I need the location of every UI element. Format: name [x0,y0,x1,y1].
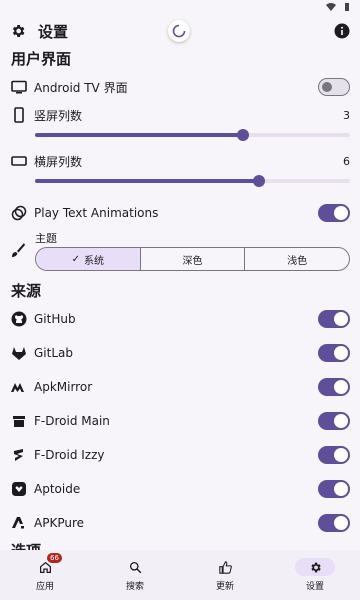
source-row-apkmirror[interactable]: ApkMirror [0,370,360,404]
source-toggle-github[interactable] [318,310,350,328]
refresh-spinner-icon [172,24,186,38]
portrait-columns-slider-block: 竖屏列数 3 [0,104,360,150]
section-title-sources: 来源 [11,282,42,300]
wifi-icon [326,3,336,11]
theme-label: 主题 [35,232,57,245]
nav-item-settings[interactable]: 设置 [270,550,360,600]
portrait-columns-label: 竖屏列数 [34,108,83,123]
animation-icon [10,204,28,222]
nav-label-apps: 应用 [35,582,54,592]
nav-label-updates: 更新 [215,582,234,592]
theme-option-light[interactable]: 浅色 [245,248,349,270]
nav-item-apps[interactable]: 66 应用 [0,550,90,600]
source-label: F-Droid Izzy [34,448,105,462]
android-tv-row[interactable]: Android TV 界面 [0,70,360,104]
theme-segmented-control: ✓ 系统 深色 浅色 [35,247,350,271]
apkmirror-icon [10,378,28,396]
theme-option-system[interactable]: ✓ 系统 [36,248,141,270]
gear-icon [12,25,25,37]
tv-icon [10,78,28,96]
source-row-fdroid-main[interactable]: F-Droid Main [0,404,360,438]
section-title-ui: 用户界面 [11,50,72,68]
source-row-aptoide[interactable]: Aptoide [0,472,360,506]
source-toggle-aptoide[interactable] [318,480,350,498]
landscape-columns-label: 横屏列数 [34,154,83,169]
source-row-fdroid-izzy[interactable]: F-Droid Izzy [0,438,360,472]
android-tv-toggle[interactable] [318,78,350,96]
source-toggle-gitlab[interactable] [318,344,350,362]
nav-label-settings: 设置 [305,582,324,592]
portrait-columns-slider[interactable] [35,129,350,141]
source-toggle-apkpure[interactable] [318,514,350,532]
updates-badge: 66 [47,553,62,563]
battery-icon [345,3,349,11]
info-icon[interactable] [334,23,350,39]
play-text-animations-label: Play Text Animations [34,206,159,220]
source-row-apkpure[interactable]: APKPure [0,506,360,540]
source-label: GitLab [34,346,73,360]
page-title: 设置 [38,22,69,41]
fdroid-icon [10,412,28,430]
phone-landscape-icon [10,152,28,170]
izzy-icon [10,446,28,464]
play-text-animations-row[interactable]: Play Text Animations [0,196,360,230]
landscape-columns-thumb[interactable] [252,175,265,187]
apkpure-icon [10,514,28,532]
portrait-columns-thumb[interactable] [236,129,249,141]
source-toggle-apkmirror[interactable] [318,378,350,396]
thumb-up-icon [218,560,232,574]
landscape-columns-value: 6 [343,154,350,168]
search-icon [129,561,141,573]
gitlab-icon [10,344,28,362]
status-bar [0,0,360,14]
loading-spinner [168,20,190,42]
source-label: F-Droid Main [34,414,110,428]
source-label: ApkMirror [34,380,93,394]
portrait-columns-value: 3 [343,108,350,122]
landscape-columns-slider-block: 横屏列数 6 [0,150,360,196]
nav-item-updates[interactable]: 更新 [180,550,270,600]
android-tv-label: Android TV 界面 [34,80,128,95]
source-toggle-fdroid-izzy[interactable] [318,446,350,464]
landscape-columns-slider[interactable] [35,175,350,187]
brush-icon [12,243,25,257]
play-text-animations-toggle[interactable] [318,204,350,222]
source-label: APKPure [34,516,84,530]
nav-label-search: 搜索 [125,582,144,592]
check-icon: ✓ [71,253,81,265]
phone-portrait-icon [10,106,28,124]
source-label: GitHub [34,312,76,326]
theme-option-dark[interactable]: 深色 [141,248,246,270]
nav-item-search[interactable]: 搜索 [90,550,180,600]
aptoide-icon [10,480,28,498]
github-icon [10,310,28,328]
bottom-navigation: 66 应用 搜索 更新 设置 [0,550,360,600]
source-toggle-fdroid-main[interactable] [318,412,350,430]
source-label: Aptoide [34,482,81,496]
source-row-github[interactable]: GitHub [0,302,360,336]
app-bar: 设置 [0,14,360,48]
theme-block: 主题 ✓ 系统 深色 浅色 [0,230,360,280]
gear-icon [310,562,321,572]
source-row-gitlab[interactable]: GitLab [0,336,360,370]
